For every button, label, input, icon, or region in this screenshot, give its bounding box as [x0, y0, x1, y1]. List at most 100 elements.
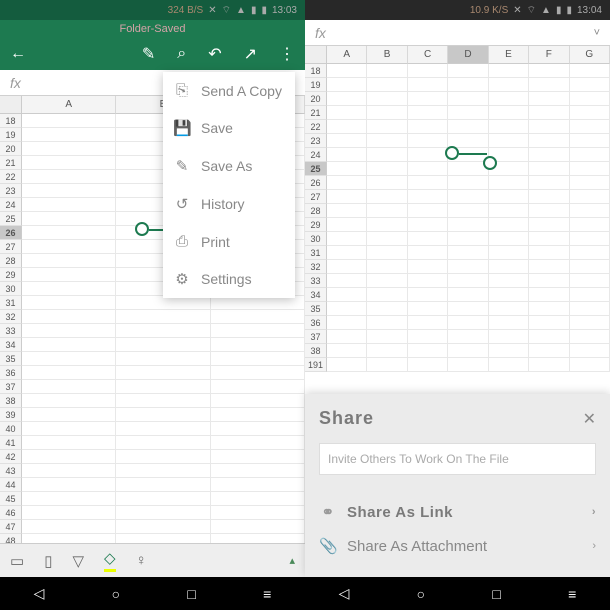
cell[interactable] — [211, 422, 305, 436]
overflow-icon[interactable]: ⋮ — [279, 44, 295, 64]
cell[interactable] — [529, 218, 569, 232]
cell[interactable] — [367, 162, 407, 176]
row-header[interactable]: 24 — [305, 148, 327, 162]
row-header[interactable]: 22 — [305, 120, 327, 134]
cell[interactable] — [448, 120, 488, 134]
cell[interactable] — [570, 162, 610, 176]
menu-print[interactable]: ⎙ Print — [163, 223, 295, 260]
row-header[interactable]: 45 — [0, 492, 22, 506]
row-header[interactable]: 34 — [0, 338, 22, 352]
cell[interactable] — [489, 176, 529, 190]
cell[interactable] — [448, 190, 488, 204]
cell[interactable] — [489, 120, 529, 134]
cell[interactable] — [22, 394, 116, 408]
cell[interactable] — [570, 246, 610, 260]
share-as-attachment[interactable]: 📎 Share As Attachment › — [319, 529, 596, 563]
row-header[interactable]: 25 — [305, 162, 327, 176]
cell[interactable] — [211, 464, 305, 478]
cell[interactable] — [489, 92, 529, 106]
search-icon[interactable]: ⌕ — [177, 45, 186, 63]
cell[interactable] — [116, 478, 210, 492]
cell[interactable] — [116, 380, 210, 394]
cell[interactable] — [448, 218, 488, 232]
cell[interactable] — [367, 246, 407, 260]
cell[interactable] — [570, 274, 610, 288]
row-header[interactable]: 46 — [0, 506, 22, 520]
cell[interactable] — [116, 338, 210, 352]
cell[interactable] — [22, 478, 116, 492]
row-header[interactable]: 23 — [305, 134, 327, 148]
cell[interactable] — [367, 204, 407, 218]
cell[interactable] — [211, 506, 305, 520]
row-header[interactable]: 39 — [0, 408, 22, 422]
cell[interactable] — [327, 78, 367, 92]
col-header[interactable]: F — [529, 46, 569, 64]
cell[interactable] — [22, 296, 116, 310]
cell[interactable] — [570, 120, 610, 134]
menu-send-copy[interactable]: ⎘ Send A Copy — [163, 72, 295, 109]
row-header[interactable]: 47 — [0, 520, 22, 534]
row-header[interactable]: 24 — [0, 198, 22, 212]
cell[interactable] — [211, 520, 305, 534]
nav-back-icon[interactable]: ◁ — [339, 585, 350, 602]
cell[interactable] — [367, 120, 407, 134]
cell[interactable] — [489, 246, 529, 260]
cell[interactable] — [489, 232, 529, 246]
cell[interactable] — [116, 492, 210, 506]
nav-back-icon[interactable]: ◁ — [34, 585, 45, 602]
cell[interactable] — [408, 274, 448, 288]
cell[interactable] — [367, 330, 407, 344]
cell[interactable] — [448, 316, 488, 330]
cell[interactable] — [408, 190, 448, 204]
cell[interactable] — [211, 408, 305, 422]
cell[interactable] — [22, 436, 116, 450]
cell[interactable] — [448, 64, 488, 78]
cell[interactable] — [570, 134, 610, 148]
cell[interactable] — [408, 260, 448, 274]
cell[interactable] — [367, 302, 407, 316]
cell[interactable] — [22, 380, 116, 394]
row-header[interactable]: 35 — [305, 302, 327, 316]
cell[interactable] — [116, 408, 210, 422]
cell[interactable] — [211, 338, 305, 352]
cell[interactable] — [408, 78, 448, 92]
close-icon[interactable]: ✕ — [583, 409, 596, 429]
cell[interactable] — [570, 316, 610, 330]
cell[interactable] — [22, 520, 116, 534]
cell[interactable] — [116, 394, 210, 408]
row-header[interactable]: 42 — [0, 450, 22, 464]
cell[interactable] — [327, 302, 367, 316]
cell[interactable] — [327, 330, 367, 344]
cell[interactable] — [448, 78, 488, 92]
cell[interactable] — [22, 170, 116, 184]
row-header[interactable]: 20 — [0, 142, 22, 156]
cell[interactable] — [367, 64, 407, 78]
cell[interactable] — [22, 282, 116, 296]
cell[interactable] — [367, 78, 407, 92]
row-header[interactable]: 191 — [305, 358, 327, 372]
fill-icon[interactable]: ◇ — [104, 549, 116, 572]
cell[interactable] — [529, 120, 569, 134]
cell[interactable] — [448, 232, 488, 246]
cell[interactable] — [327, 134, 367, 148]
cell[interactable] — [408, 358, 448, 372]
cell[interactable] — [367, 316, 407, 330]
row-header[interactable]: 18 — [0, 114, 22, 128]
cell[interactable] — [570, 106, 610, 120]
cell[interactable] — [570, 176, 610, 190]
cell[interactable] — [22, 366, 116, 380]
cell[interactable] — [211, 450, 305, 464]
nav-home-icon[interactable]: ○ — [112, 586, 120, 602]
cell[interactable] — [22, 324, 116, 338]
cell[interactable] — [327, 190, 367, 204]
cell[interactable] — [448, 134, 488, 148]
cell[interactable] — [570, 260, 610, 274]
row-header[interactable]: 18 — [305, 64, 327, 78]
cell[interactable] — [570, 330, 610, 344]
invite-input[interactable]: Invite Others To Work On The File — [319, 443, 596, 475]
cell[interactable] — [367, 148, 407, 162]
cell[interactable] — [22, 408, 116, 422]
row-header[interactable]: 31 — [0, 296, 22, 310]
cell[interactable] — [22, 338, 116, 352]
row-header[interactable]: 32 — [0, 310, 22, 324]
